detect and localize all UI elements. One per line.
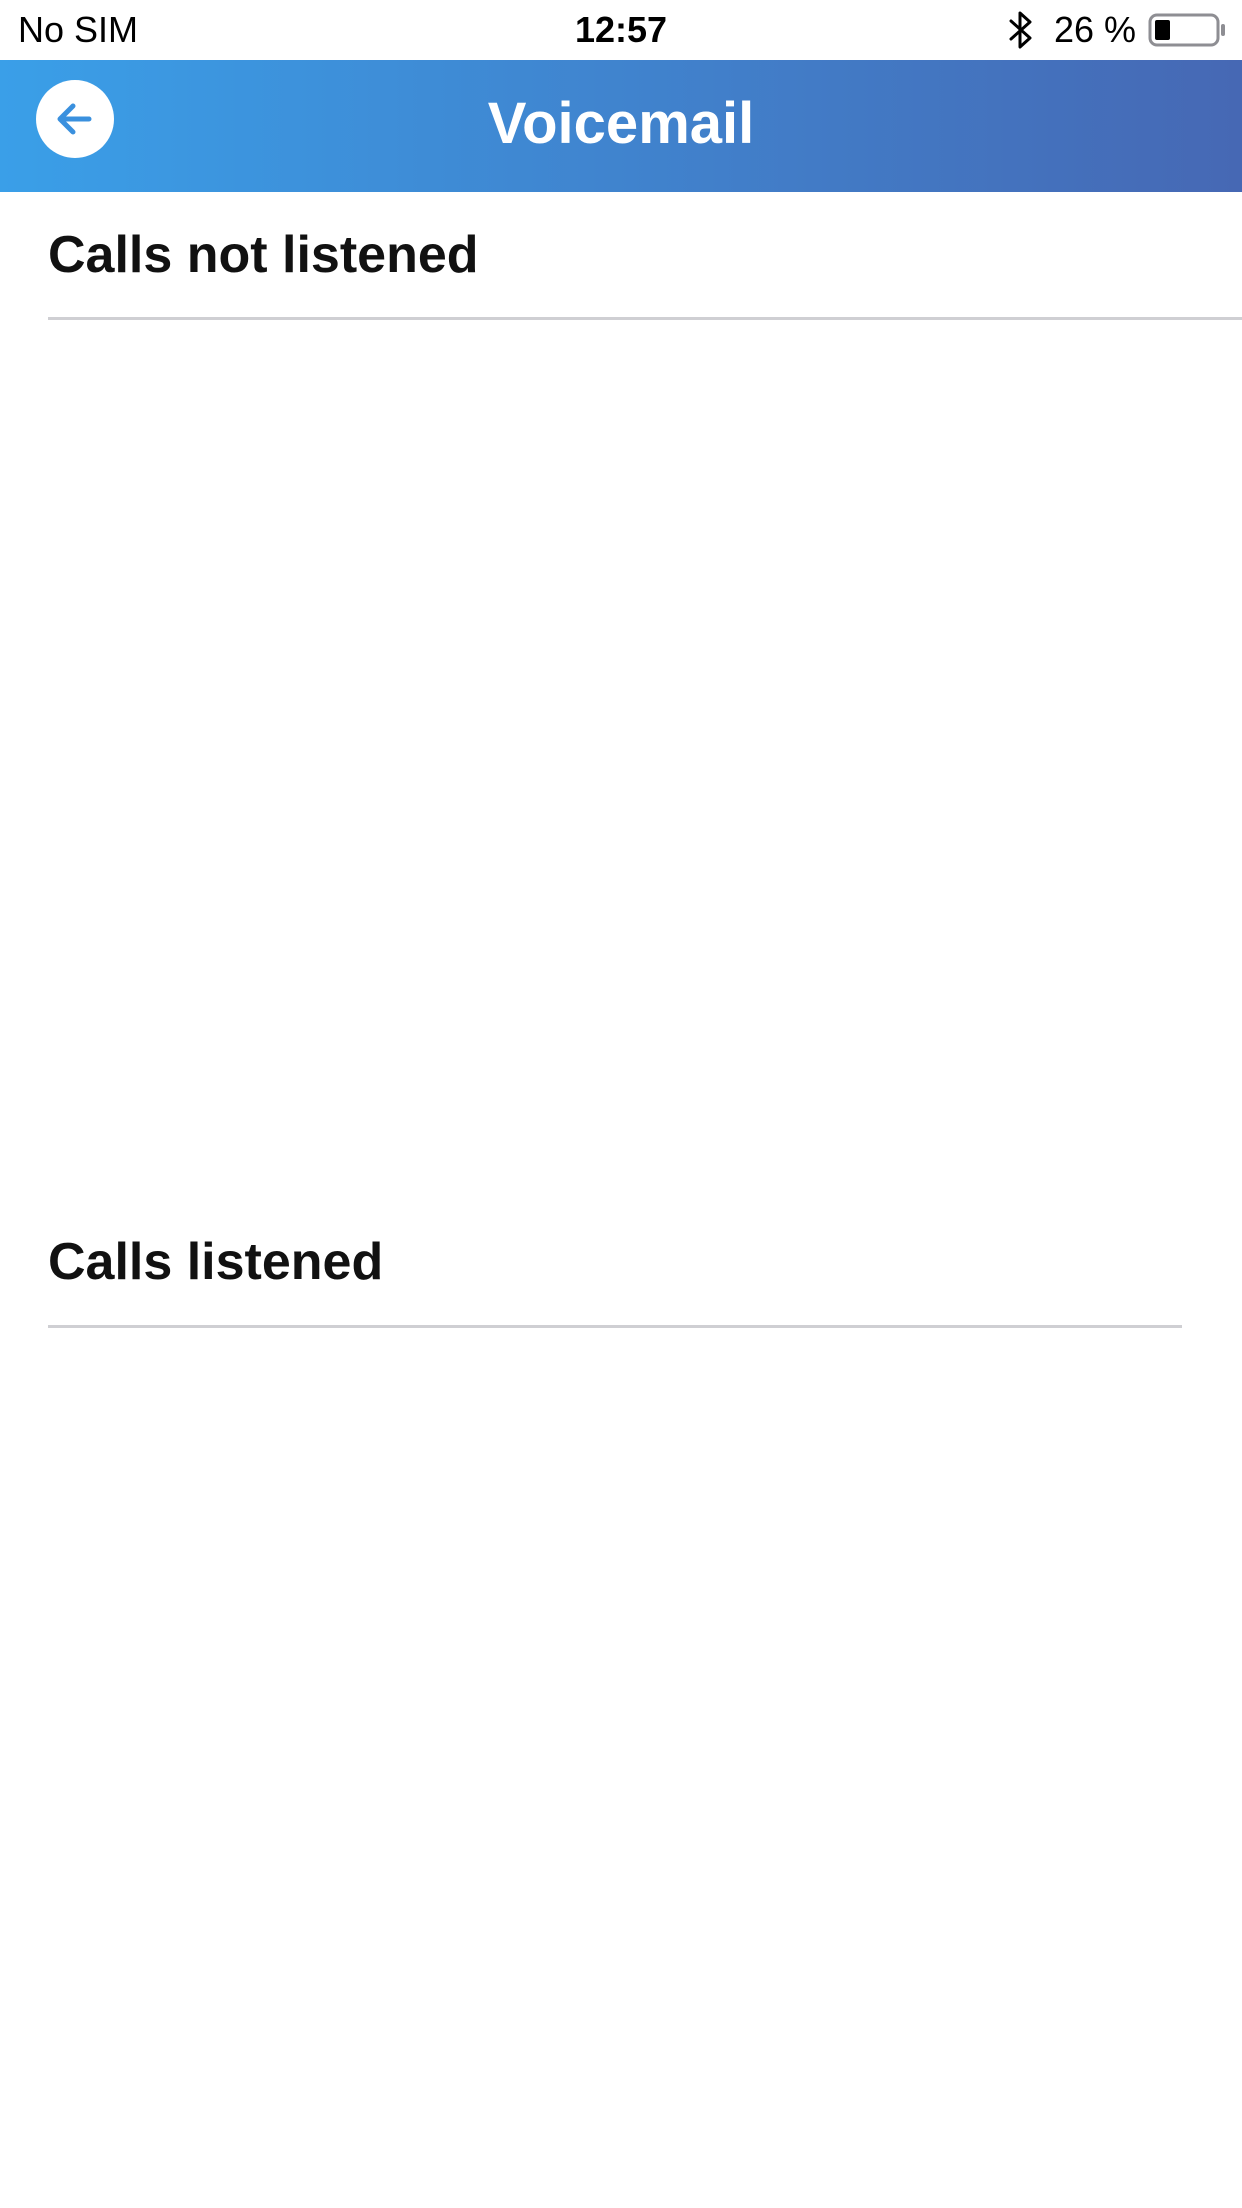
listened-list[interactable] [48, 1328, 1242, 2198]
page-title: Voicemail [487, 91, 755, 156]
bluetooth-icon [1009, 11, 1032, 49]
battery-icon [1148, 13, 1225, 47]
not-listened-list[interactable] [48, 320, 1242, 1220]
status-bar: No SIM 12:57 26 % [0, 0, 1242, 60]
battery-percent: 26 % [1053, 9, 1136, 50]
section-header-not-listened: Calls not listened [48, 226, 479, 284]
battery-fill [1155, 20, 1170, 40]
section-header-listened: Calls listened [48, 1233, 384, 1291]
status-indicators: 26 % [1008, 8, 1228, 52]
navigation-bar: Voicemail [0, 60, 1242, 192]
